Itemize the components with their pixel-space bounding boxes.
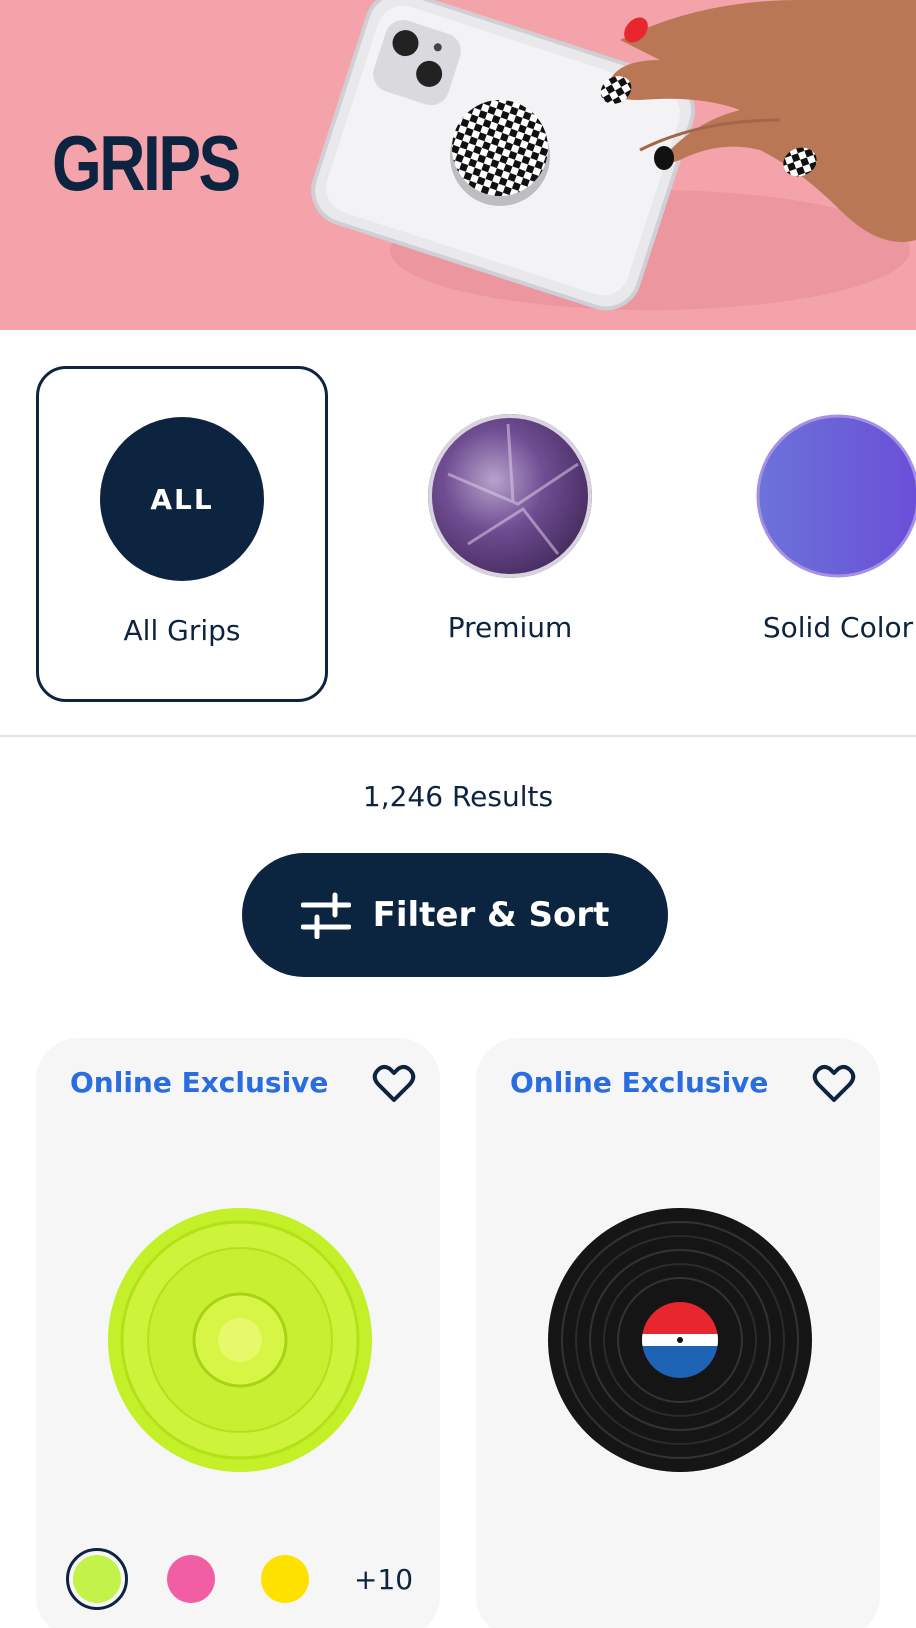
category-premium[interactable]: Premium [364, 366, 656, 702]
more-colors-count[interactable]: +10 [354, 1563, 413, 1596]
results-count: 1,246 Results [362, 780, 554, 813]
swatch-pink[interactable] [160, 1548, 222, 1610]
category-label: Premium [447, 611, 573, 644]
category-all-grips[interactable]: ALL All Grips [36, 366, 328, 702]
page-title: GRIPS [52, 119, 241, 207]
online-exclusive-badge: Online Exclusive [70, 1066, 329, 1099]
category-solid-color[interactable]: Solid Color [692, 366, 916, 702]
online-exclusive-badge: Online Exclusive [510, 1066, 769, 1099]
category-carousel: ALL All Grips Premium Solid Color [0, 330, 916, 736]
category-label: All Grips [123, 614, 241, 647]
color-swatches: +10 [66, 1548, 413, 1610]
category-all-icon: ALL [100, 417, 264, 581]
section-divider [0, 735, 916, 737]
category-label: Solid Color [762, 611, 914, 644]
hero-banner: GRIPS [0, 0, 916, 330]
amethyst-grip-icon [428, 414, 592, 578]
heart-icon[interactable] [812, 1062, 856, 1106]
sliders-icon [300, 892, 351, 939]
swatch-yellow[interactable] [254, 1548, 316, 1610]
solid-color-grip-icon [756, 414, 916, 578]
swatch-lime[interactable] [66, 1548, 128, 1610]
filter-sort-label: Filter & Sort [372, 895, 610, 935]
heart-icon[interactable] [372, 1062, 416, 1106]
product-image-neon-grip[interactable] [106, 1206, 374, 1474]
product-image-vinyl-grip[interactable] [546, 1206, 814, 1474]
product-card[interactable]: Online Exclusive +10 [36, 1038, 440, 1628]
product-card[interactable]: Online Exclusive [476, 1038, 880, 1628]
filter-sort-button[interactable]: Filter & Sort [242, 853, 668, 977]
